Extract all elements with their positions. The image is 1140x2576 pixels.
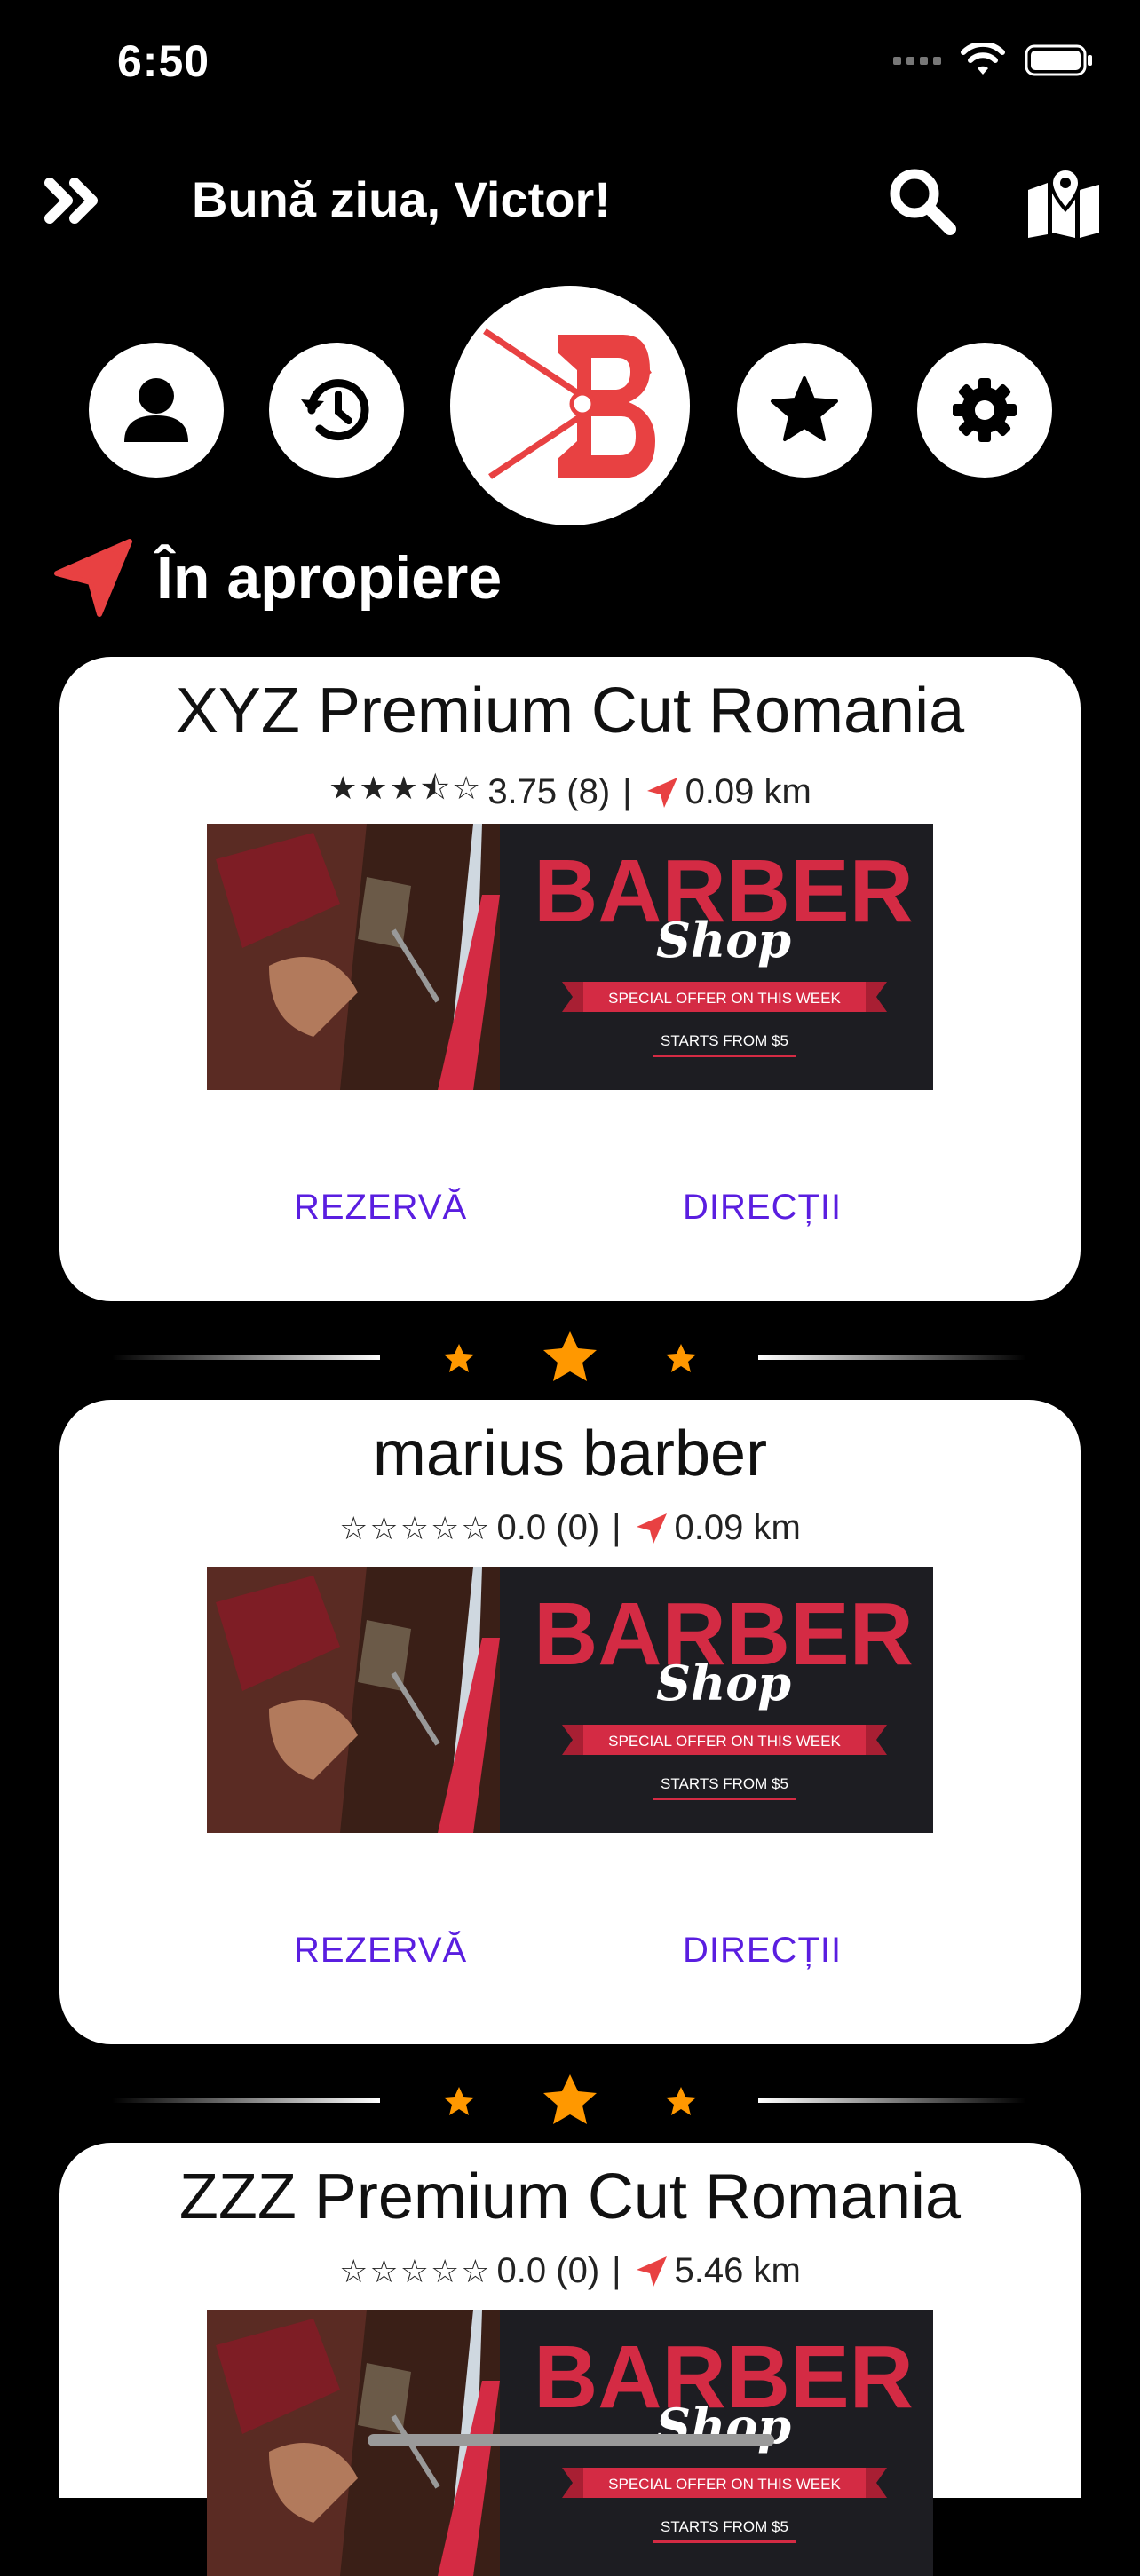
meta-separator: |	[622, 772, 632, 811]
distance-arrow-icon	[646, 777, 677, 808]
shop-meta: ☆☆☆☆☆ 0.0 (0) | 5.46 km	[59, 2251, 1081, 2291]
history-button[interactable]	[269, 343, 404, 478]
wifi-icon	[961, 43, 1005, 75]
banner-subtitle: Shop	[656, 912, 791, 968]
banner-offer: SPECIAL OFFER ON THIS WEEK	[608, 990, 841, 1007]
gear-icon	[953, 378, 1017, 442]
settings-button[interactable]	[917, 343, 1052, 478]
directions-button[interactable]: DIRECȚII	[683, 1931, 842, 1971]
rating-value: 3.75 (8)	[487, 772, 611, 811]
status-time: 6:50	[117, 36, 210, 86]
map-icon[interactable]	[1025, 163, 1103, 238]
home-indicator	[368, 2434, 774, 2446]
rating-value: 0.0 (0)	[496, 2251, 600, 2290]
shop-banner: BARBER Shop SPECIAL OFFER ON THIS WEEK S…	[207, 1567, 933, 1833]
banner-offer: SPECIAL OFFER ON THIS WEEK	[608, 2476, 841, 2493]
star-divider	[0, 1326, 1140, 1388]
shop-name: XYZ Premium Cut Romania	[175, 676, 965, 747]
star-divider	[0, 2069, 1140, 2131]
status-bar: 6:50	[0, 0, 1140, 133]
banner-price: STARTS FROM $5	[661, 1775, 788, 1792]
rating-value: 0.0 (0)	[496, 1508, 600, 1547]
barber-banner-image: BARBER Shop SPECIAL OFFER ON THIS WEEK S…	[207, 824, 933, 1090]
barbershop-card[interactable]: XYZ Premium Cut Romania ★★★⯪☆ 3.75 (8) |…	[59, 657, 1081, 1301]
barber-banner-image: BARBER Shop SPECIAL OFFER ON THIS WEEK S…	[207, 1567, 933, 1833]
book-button[interactable]: REZERVĂ	[294, 1188, 467, 1228]
main-nav	[0, 286, 1140, 534]
banner-offer: SPECIAL OFFER ON THIS WEEK	[608, 1733, 841, 1750]
shop-banner: BARBER Shop SPECIAL OFFER ON THIS WEEK S…	[207, 824, 933, 1090]
signal-icon	[893, 56, 941, 65]
location-arrow-icon	[54, 539, 132, 617]
rating-stars: ★★★⯪☆	[329, 770, 483, 806]
barbershop-card[interactable]: marius barber ☆☆☆☆☆ 0.0 (0) | 0.09 km BA…	[59, 1400, 1081, 2044]
meta-separator: |	[612, 2251, 621, 2290]
shop-meta: ★★★⯪☆ 3.75 (8) | 0.09 km	[59, 765, 1081, 819]
favorites-button[interactable]	[737, 343, 872, 478]
distance-value: 0.09 km	[685, 772, 811, 811]
battery-icon	[1025, 44, 1092, 76]
banner-subtitle: Shop	[656, 1655, 791, 1711]
status-icons	[893, 43, 1096, 78]
distance-arrow-icon	[636, 1513, 667, 1544]
directions-button[interactable]: DIRECȚII	[683, 1188, 842, 1228]
search-icon[interactable]	[884, 163, 959, 238]
meta-separator: |	[612, 1508, 621, 1547]
greeting-text: Bună ziua, Victor!	[192, 171, 611, 227]
distance-value: 0.09 km	[674, 1508, 801, 1547]
banner-price: STARTS FROM $5	[661, 1032, 788, 1049]
shop-name: marius barber	[372, 1418, 768, 1489]
profile-button[interactable]	[89, 343, 224, 478]
distance-arrow-icon	[636, 2256, 667, 2287]
section-title: În apropiere	[156, 544, 503, 612]
nearby-heading: În apropiere	[51, 538, 502, 618]
rating-stars: ☆☆☆☆☆	[339, 1509, 492, 1546]
app-header: Bună ziua, Victor!	[0, 151, 1140, 249]
distance-value: 5.46 km	[674, 2251, 801, 2290]
profile-icon	[124, 378, 188, 442]
star-icon	[771, 376, 838, 441]
rating-stars: ☆☆☆☆☆	[339, 2252, 492, 2289]
app-logo[interactable]	[450, 286, 690, 525]
history-icon	[301, 379, 369, 441]
book-button[interactable]: REZERVĂ	[294, 1931, 467, 1971]
logo-icon	[483, 328, 655, 479]
expand-icon[interactable]	[44, 174, 101, 227]
shop-meta: ☆☆☆☆☆ 0.0 (0) | 0.09 km	[59, 1508, 1081, 1548]
shop-name: ZZZ Premium Cut Romania	[178, 2161, 962, 2232]
banner-price: STARTS FROM $5	[661, 2518, 788, 2535]
